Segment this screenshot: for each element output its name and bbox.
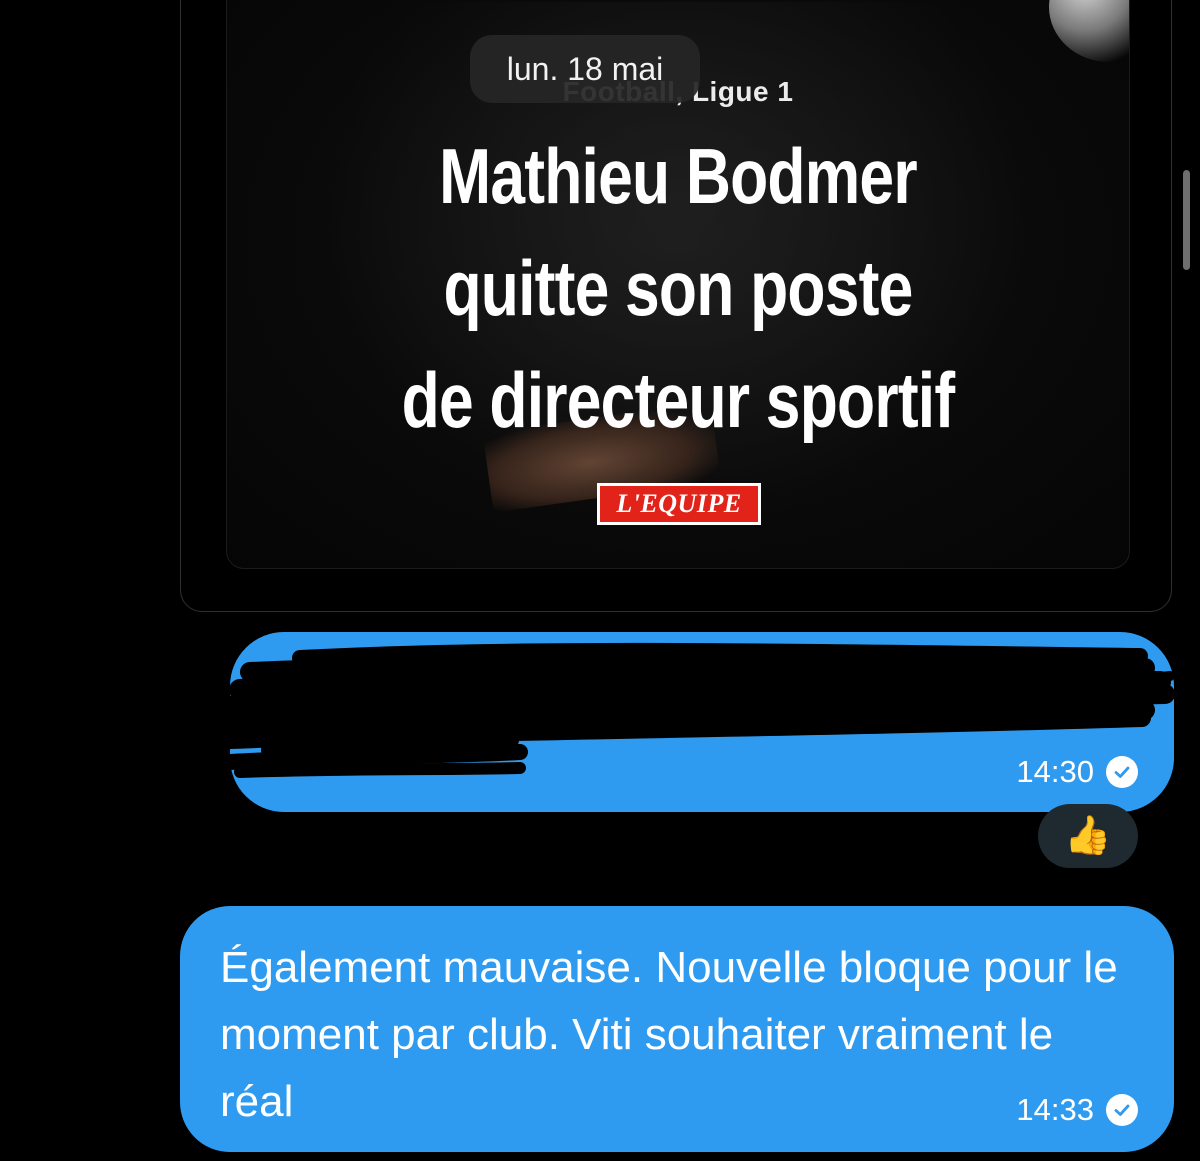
- headline-line: quitte son poste: [443, 244, 913, 332]
- read-check-icon: [1106, 756, 1138, 788]
- message-bubble[interactable]: Également mauvaise. Nouvelle bloque pour…: [180, 906, 1174, 1152]
- headline-line: Mathieu Bodmer: [439, 132, 917, 220]
- thumbs-up-icon: 👍: [1064, 815, 1112, 857]
- lequipe-logo: L'EQUIPE: [597, 483, 761, 525]
- message-time: 14:33: [1016, 1092, 1094, 1127]
- chat-screen: Football, Ligue 1 Mathieu Bodmer quitte …: [0, 0, 1200, 1161]
- message-meta: 14:33: [1016, 1092, 1138, 1128]
- scrollbar-thumb[interactable]: [1183, 170, 1190, 270]
- read-check-icon: [1106, 1094, 1138, 1126]
- message-time: 14:30: [1016, 754, 1094, 789]
- post-headline: Mathieu Bodmer quitte son poste de direc…: [317, 120, 1039, 456]
- message-meta: 14:30: [1016, 754, 1138, 790]
- headline-line: de directeur sportif: [401, 356, 955, 444]
- brand-label: L'EQUIPE: [600, 486, 758, 522]
- thumbs-up-reaction[interactable]: 👍: [1038, 804, 1138, 868]
- message-bubble-redacted[interactable]: 14:30: [230, 632, 1174, 812]
- message-text: Également mauvaise. Nouvelle bloque pour…: [220, 943, 1118, 1126]
- date-separator: lun. 18 mai: [470, 35, 700, 103]
- image-corner-highlight: [1049, 0, 1129, 62]
